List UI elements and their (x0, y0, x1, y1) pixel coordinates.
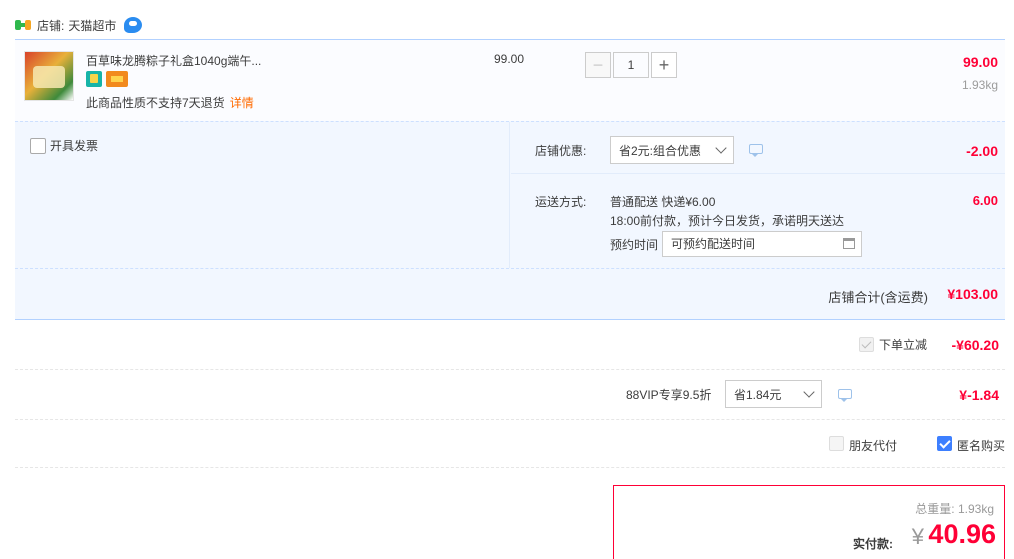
card-badge-icon[interactable] (106, 71, 128, 87)
invoice-label: 开具发票 (50, 139, 99, 153)
tmall-shop-icon (15, 18, 31, 32)
instant-discount-checkbox[interactable] (859, 337, 874, 352)
shop-label: 店铺: (37, 18, 65, 33)
item-subtotal: 99.00 (962, 54, 998, 70)
chevron-down-icon (803, 386, 815, 398)
shipping-method: 普通配送 快递¥6.00 (610, 195, 716, 209)
delivery-time-placeholder: 可预约配送时间 (671, 237, 756, 251)
message-icon[interactable] (749, 144, 763, 157)
divider (15, 419, 1005, 420)
shop-total-value: ¥103.00 (947, 286, 998, 302)
shipping-promise: 18:00前付款，预计今日发货，承诺明天送达 (610, 214, 845, 228)
divider (15, 467, 1005, 468)
shop-total-label: 店铺合计(含运费) (828, 290, 928, 305)
shipping-label: 运送方式: (535, 195, 587, 209)
vip-discount-select[interactable]: 省1.84元 (725, 380, 822, 408)
product-title-link[interactable]: 百草味龙腾粽子礼盒1040g端午... (86, 52, 261, 69)
shop-header: 店铺: 天猫超市 (15, 14, 143, 36)
shop-name-link[interactable]: 天猫超市 (68, 17, 116, 34)
detail-link[interactable]: 详情 (230, 96, 254, 110)
currency-symbol: ¥ (911, 524, 924, 549)
instant-discount-label: 下单立减 (879, 338, 928, 352)
return-policy-note: 此商品性质不支持7天退货 详情 (86, 94, 254, 111)
unit-price: 99.00 (494, 52, 525, 66)
message-icon[interactable] (838, 389, 852, 402)
shop-discount-select[interactable]: 省2元:组合优惠 (610, 136, 734, 164)
shop-discount-label: 店铺优惠: (535, 144, 587, 158)
return-policy-text: 此商品性质不支持7天退货 (86, 96, 225, 110)
shipping-fee: 6.00 (972, 193, 998, 208)
anonymous-purchase-label: 匿名购买 (957, 439, 1006, 453)
order-item-row: 百草味龙腾粽子礼盒1040g端午... 此商品性质不支持7天退货 详情 99.00… (15, 39, 1005, 121)
quantity-increase-button[interactable]: + (651, 52, 677, 78)
invoice-option[interactable]: 开具发票 (30, 137, 98, 154)
payment-label: 实付款: (853, 537, 893, 551)
discount-shipping-panel: 店铺优惠: 省2元:组合优惠 -2.00 运送方式: 普通配送 快递¥6.00 … (511, 122, 1005, 269)
friend-pay-checkbox[interactable] (829, 436, 844, 451)
total-weight: 总重量: 1.93kg (915, 502, 994, 516)
divider (15, 369, 1005, 370)
shop-options-panel: 开具发票 店铺优惠: 省2元:组合优惠 -2.00 运送方式: 普通配送 快递¥… (15, 121, 1005, 269)
shop-discount-value: -2.00 (966, 143, 998, 159)
quantity-input[interactable]: 1 (613, 52, 649, 78)
invoice-panel: 开具发票 (15, 122, 510, 269)
quantity-decrease-button[interactable]: − (585, 52, 611, 78)
friend-pay-label: 朋友代付 (849, 439, 898, 453)
shop-discount-selected: 省2元:组合优惠 (619, 143, 702, 158)
vip-discount-label: 88VIP专享9.5折 (626, 388, 712, 402)
order-total-box: 总重量: 1.93kg 实付款: ¥ 40.96 (613, 485, 1005, 559)
wangwang-chat-icon[interactable] (124, 17, 143, 33)
product-thumbnail[interactable] (24, 51, 74, 101)
delivery-time-label: 预约时间 (610, 238, 659, 252)
calendar-icon[interactable] (843, 238, 855, 249)
chevron-down-icon (715, 142, 727, 154)
delivery-time-input[interactable]: 可预约配送时间 (662, 231, 862, 257)
payment-amount: 40.96 (928, 519, 996, 549)
item-weight: 1.93kg (961, 78, 998, 92)
vip-discount-selected: 省1.84元 (734, 387, 782, 402)
shop-total-row: 店铺合计(含运费) ¥103.00 (15, 268, 1005, 320)
divider (511, 173, 1005, 174)
quantity-stepper: − 1 + (585, 52, 677, 78)
anonymous-purchase-checkbox[interactable] (937, 436, 952, 451)
vip-discount-value: ¥-1.84 (959, 387, 999, 403)
invoice-checkbox[interactable] (30, 137, 46, 154)
service-badge-icon[interactable] (86, 71, 102, 87)
instant-discount-value: -¥60.20 (951, 337, 999, 353)
